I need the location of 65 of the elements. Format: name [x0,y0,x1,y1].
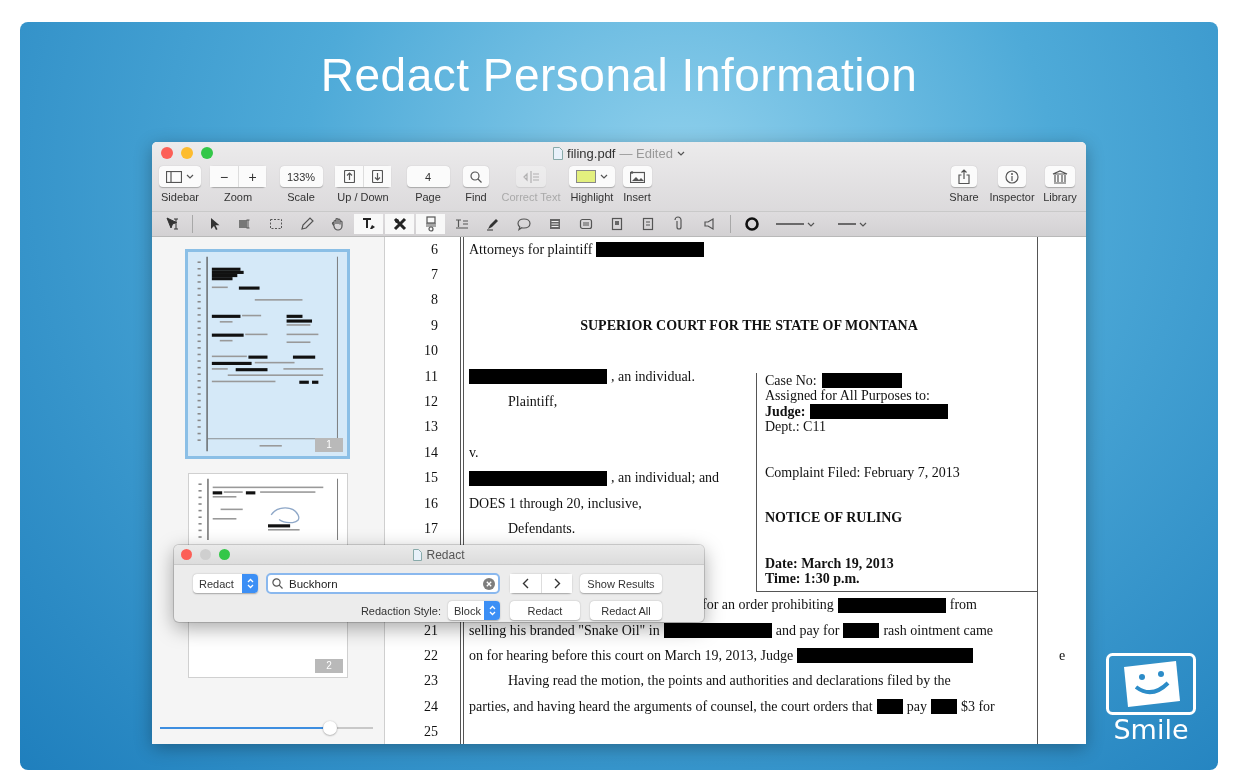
toolbar-label: Share [949,191,979,203]
document-text: Plaintiff, [508,394,558,411]
line-number: 13 [423,419,439,436]
window-title: filing.pdf [567,146,616,161]
document-text: SUPERIOR COURT FOR THE STATE OF MONTANA [580,317,918,334]
document-text: Time: 1:30 p.m. [765,571,860,587]
line-number: 6 [430,241,439,258]
toolbar-label: Page [415,191,441,203]
line-number: 23 [423,673,439,690]
document-text: selling his branded "Snake Oil" in [469,622,660,639]
line-number: 11 [423,368,439,385]
document-text: on for hearing before this court on March 19, 2013, Judge [469,647,794,664]
line-number: 25 [423,724,439,741]
line-number: 12 [423,394,439,411]
line-number: 17 [423,521,439,537]
document-text: parties, and having heard the arguments of counsel, the court orders that [469,698,873,715]
line-number: 21 [423,622,439,639]
document-text: DOES 1 through 20, inclusive, [469,495,642,512]
document-text: Complaint Filed: February 7, 2013 [765,464,960,481]
document-text: rash ointment came [883,622,994,639]
line-number: 22 [423,647,439,664]
document-text: Attorneys for plaintiff [469,241,593,258]
document-text: Dept.: C11 [765,419,826,435]
margin-text: e [1057,647,1067,664]
line-number: 15 [423,470,439,487]
style-label: Redaction Style: [360,604,441,617]
document-text: Date: March 19, 2013 [765,555,894,572]
toolbar-label: Insert [623,191,651,203]
document-text: and pay for [775,622,840,639]
page-number-badge: 2 [315,659,343,673]
banner-title: Redact Personal Information [319,48,919,103]
toolbar-label: Library [1043,191,1077,203]
line-number: 24 [423,698,439,715]
document-text: Assigned for All Purposes to: [765,388,930,404]
document-text: v. [469,444,479,461]
line-number: 7 [430,267,439,284]
line-number: 9 [430,317,439,334]
toolbar-label: Inspector [989,191,1035,203]
logo-text: Smile [1113,715,1189,745]
line-number: 8 [430,292,439,309]
toolbar-label: Scale [287,191,315,203]
document-text: $3 for [960,698,995,715]
document-text: Judge: [765,403,806,420]
toolbar-label: Highlight [570,191,614,203]
document-text: NOTICE OF RULING [765,510,903,526]
line-number: 16 [423,495,439,512]
toolbar-label: Sidebar [161,191,199,203]
document-text: pay [906,698,927,715]
document-text: Defendants. [508,521,576,537]
toolbar-label: Find [465,191,487,203]
document-status: — Edited [619,146,673,161]
document-text: , an individual. [611,368,695,385]
document-text: from [949,597,977,614]
line-number: 10 [423,343,439,360]
document-text: , an individual; and [611,470,720,487]
page-number-badge: 1 [315,438,343,452]
document-text: Having read the motion, the points and authorities and declarations filed by the [508,673,951,690]
document-text: for an order prohibiting [702,597,834,614]
document-text: Case No: [765,372,817,389]
toolbar-label: Zoom [223,191,253,203]
dialog-title: Redact [426,548,465,562]
line-number: 14 [423,444,439,461]
popup-value: Redact [199,577,234,590]
popup-value: Block [454,604,481,617]
toolbar-label: Up / Down [337,191,389,203]
